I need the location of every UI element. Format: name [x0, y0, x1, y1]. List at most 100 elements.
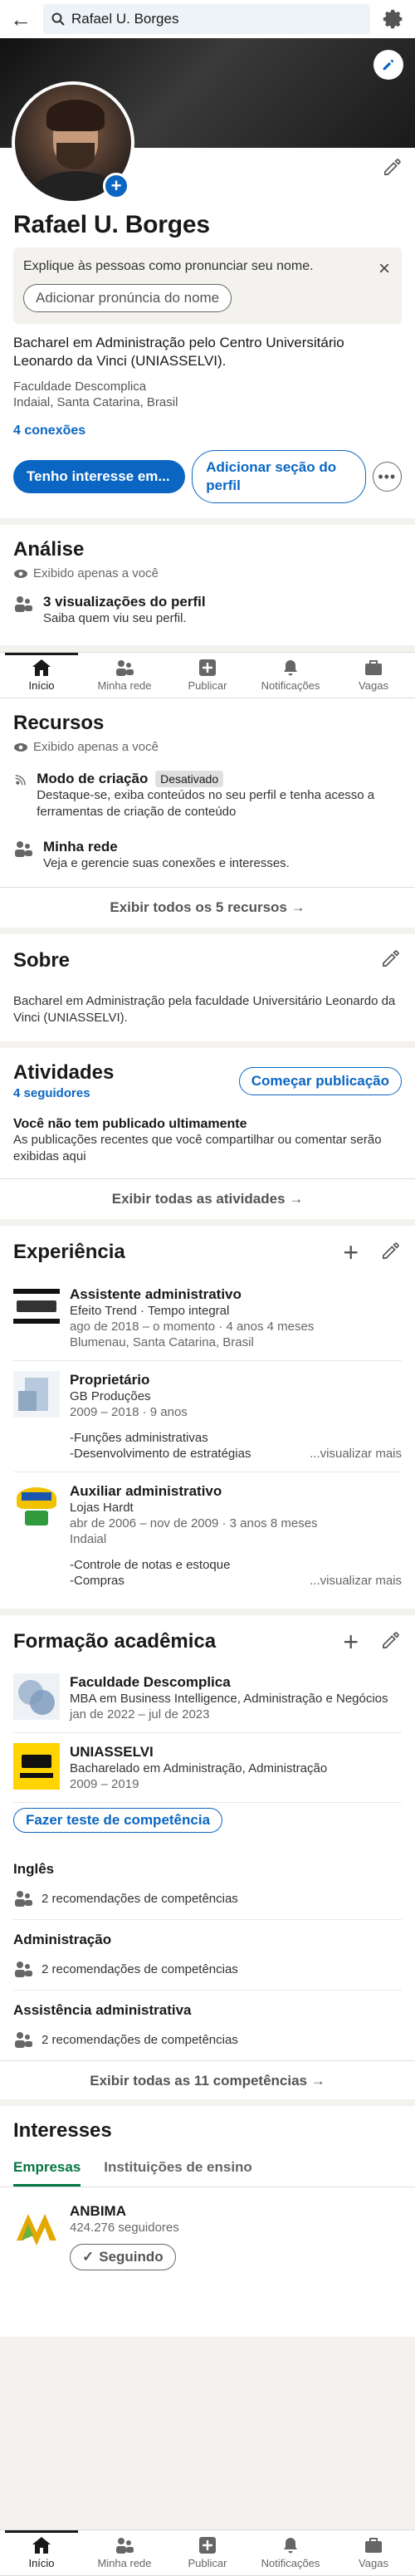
people-icon [15, 596, 32, 612]
search-input[interactable]: Rafael U. Borges [43, 4, 370, 34]
skill-item[interactable]: Administração 2 recomendações de competê… [13, 1920, 402, 1991]
tab-notifications[interactable]: Notificações [249, 653, 332, 698]
avatar[interactable]: + [12, 81, 134, 204]
eye-icon [14, 569, 27, 578]
add-experience-plus-icon[interactable]: + [343, 1239, 359, 1266]
show-all-resources-link[interactable]: Exibir todos os 5 recursos → [0, 887, 415, 921]
section-title: Interesses [13, 2119, 112, 2142]
connections-link[interactable]: 4 conexões [13, 424, 402, 438]
followers-count[interactable]: 4 seguidores [13, 1086, 114, 1100]
edit-education-pencil-icon[interactable] [380, 1629, 402, 1655]
more-options-icon[interactable]: ••• [372, 462, 403, 492]
edit-experience-pencil-icon[interactable] [380, 1240, 402, 1266]
eye-icon [14, 742, 27, 752]
skill-test-button[interactable]: Fazer teste de competência [13, 1808, 223, 1833]
section-title: Análise [13, 538, 85, 561]
see-more-link[interactable]: ...visualizar mais [306, 1446, 402, 1462]
profile-location: Indaial, Santa Catarina, Brasil [13, 395, 178, 409]
experience-item[interactable]: Assistente administrativo Efeito Trend ·… [13, 1276, 402, 1361]
about-section: Sobre Bacharel em Administração pela fac… [0, 934, 415, 1041]
school-logo [13, 1673, 60, 1720]
activity-section: Atividades 4 seguidores Começar publicaç… [0, 1048, 415, 1219]
my-network-title: Minha rede [43, 839, 118, 855]
profile-headline: Bacharel em Administração pelo Centro Un… [13, 335, 344, 369]
experience-title: Proprietário [70, 1372, 150, 1388]
start-post-button[interactable]: Começar publicação [238, 1066, 402, 1095]
show-all-activity-link[interactable]: Exibir todas as atividades → [0, 1178, 415, 1212]
activity-empty-title: Você não tem publicado ultimamente [13, 1117, 247, 1131]
about-text: Bacharel em Administração pela faculdade… [13, 994, 396, 1025]
education-dates: jan de 2022 – jul de 2023 [70, 1707, 210, 1721]
experience-place: Blumenau, Santa Catarina, Brasil [70, 1335, 254, 1349]
experience-title: Auxiliar administrativo [70, 1483, 222, 1499]
section-title: Formação acadêmica [13, 1630, 217, 1653]
experience-dates: abr de 2006 – nov de 2009 · 3 anos 8 mes… [70, 1516, 318, 1530]
profile-views-title: 3 visualizações do perfil [43, 594, 206, 610]
edit-intro-button[interactable] [382, 156, 403, 182]
check-icon: ✓ [82, 2249, 95, 2265]
see-more-link[interactable]: ...visualizar mais [306, 1573, 402, 1589]
gear-icon[interactable] [380, 8, 405, 30]
add-section-button[interactable]: Adicionar seção do perfil [192, 450, 366, 503]
company-logo [17, 2214, 56, 2245]
activity-empty-sub: As publicações recentes que você compart… [13, 1133, 382, 1163]
following-button[interactable]: ✓ Seguindo [70, 2244, 176, 2270]
skill-item[interactable]: Assistência administrativa 2 recomendaçõ… [13, 1991, 402, 2060]
add-photo-icon[interactable]: + [103, 173, 129, 199]
people-icon [116, 2538, 134, 2554]
add-education-plus-icon[interactable]: + [343, 1628, 359, 1655]
briefcase-icon [365, 660, 382, 675]
profile-card: + Rafael U. Borges Explique às pessoas c… [0, 81, 415, 518]
profile-views-sub: Saiba quem viu seu perfil. [43, 611, 187, 625]
tab-jobs[interactable]: Vagas [332, 653, 415, 698]
my-network-sub: Veja e gerencie suas conexões e interess… [43, 856, 290, 870]
education-item[interactable]: UNIASSELVI Bacharelado em Administração,… [13, 1733, 402, 1803]
skill-recommendations: 2 recomendações de competências [42, 1961, 238, 1976]
experience-place: Indaial [70, 1532, 107, 1546]
tab-jobs[interactable]: Vagas [332, 2530, 415, 2575]
experience-description: -Funções administrativas -Desenvolviment… [70, 1431, 402, 1462]
experience-item[interactable]: Auxiliar administrativo Lojas Hardt abr … [13, 1472, 402, 1599]
tab-network[interactable]: Minha rede [83, 653, 166, 698]
school-name: Faculdade Descomplica [70, 1674, 231, 1690]
company-logo [13, 1482, 60, 1529]
company-name: ANBIMA [70, 2203, 126, 2219]
back-arrow-icon[interactable]: ← [10, 8, 33, 30]
broadcast-icon [15, 775, 26, 786]
education-section: Formação acadêmica + Faculdade Descompli… [0, 1615, 415, 2099]
profile-views-item[interactable]: 3 visualizações do perfil Saiba quem viu… [13, 594, 402, 627]
degree: Bacharelado em Administração, Administra… [70, 1761, 328, 1775]
tab-schools[interactable]: Instituições de ensino [104, 2154, 252, 2187]
tab-home[interactable]: Início [0, 653, 83, 698]
tab-post[interactable]: Publicar [166, 653, 249, 698]
close-icon[interactable]: × [378, 259, 390, 279]
edit-about-pencil-icon[interactable] [380, 948, 402, 973]
interest-item[interactable]: ANBIMA 424.276 seguidores ✓ Seguindo [13, 2202, 402, 2270]
experience-description: -Controle de notas e estoque -Compras ..… [70, 1558, 402, 1589]
edit-cover-button[interactable] [374, 50, 403, 80]
tab-post[interactable]: Publicar [166, 2530, 249, 2575]
experience-company: GB Produções [70, 1389, 151, 1403]
tab-companies[interactable]: Empresas [13, 2154, 81, 2187]
experience-item[interactable]: Proprietário GB Produções 2009 – 2018 · … [13, 1361, 402, 1472]
tab-notifications[interactable]: Notificações [249, 2530, 332, 2575]
experience-company: Lojas Hardt [70, 1501, 134, 1515]
people-icon [15, 1961, 32, 1977]
home-icon [32, 659, 51, 676]
skill-item[interactable]: Inglês 2 recomendações de competências [13, 1849, 402, 1920]
show-all-skills-link[interactable]: Exibir todas as 11 competências → [0, 2060, 415, 2094]
pronunciation-box: Explique às pessoas como pronunciar seu … [13, 247, 402, 324]
add-pronunciation-button[interactable]: Adicionar pronúncia do nome [23, 284, 232, 312]
private-note: Exibido apenas a você [13, 740, 402, 754]
experience-dates: 2009 – 2018 · 9 anos [70, 1405, 188, 1419]
open-to-button[interactable]: Tenho interesse em... [13, 460, 186, 493]
bell-icon [284, 660, 297, 676]
search-query: Rafael U. Borges [71, 11, 179, 27]
tab-network[interactable]: Minha rede [83, 2530, 166, 2575]
skill-recommendations: 2 recomendações de competências [42, 2032, 238, 2047]
creator-mode-item[interactable]: Modo de criação Desativado Destaque-se, … [13, 771, 402, 820]
my-network-item[interactable]: Minha rede Veja e gerencie suas conexões… [13, 839, 402, 872]
education-item[interactable]: Faculdade Descomplica MBA em Business In… [13, 1663, 402, 1733]
nav-bar: Início Minha rede Publicar Notificações … [0, 652, 415, 698]
tab-home[interactable]: Início [0, 2530, 83, 2575]
